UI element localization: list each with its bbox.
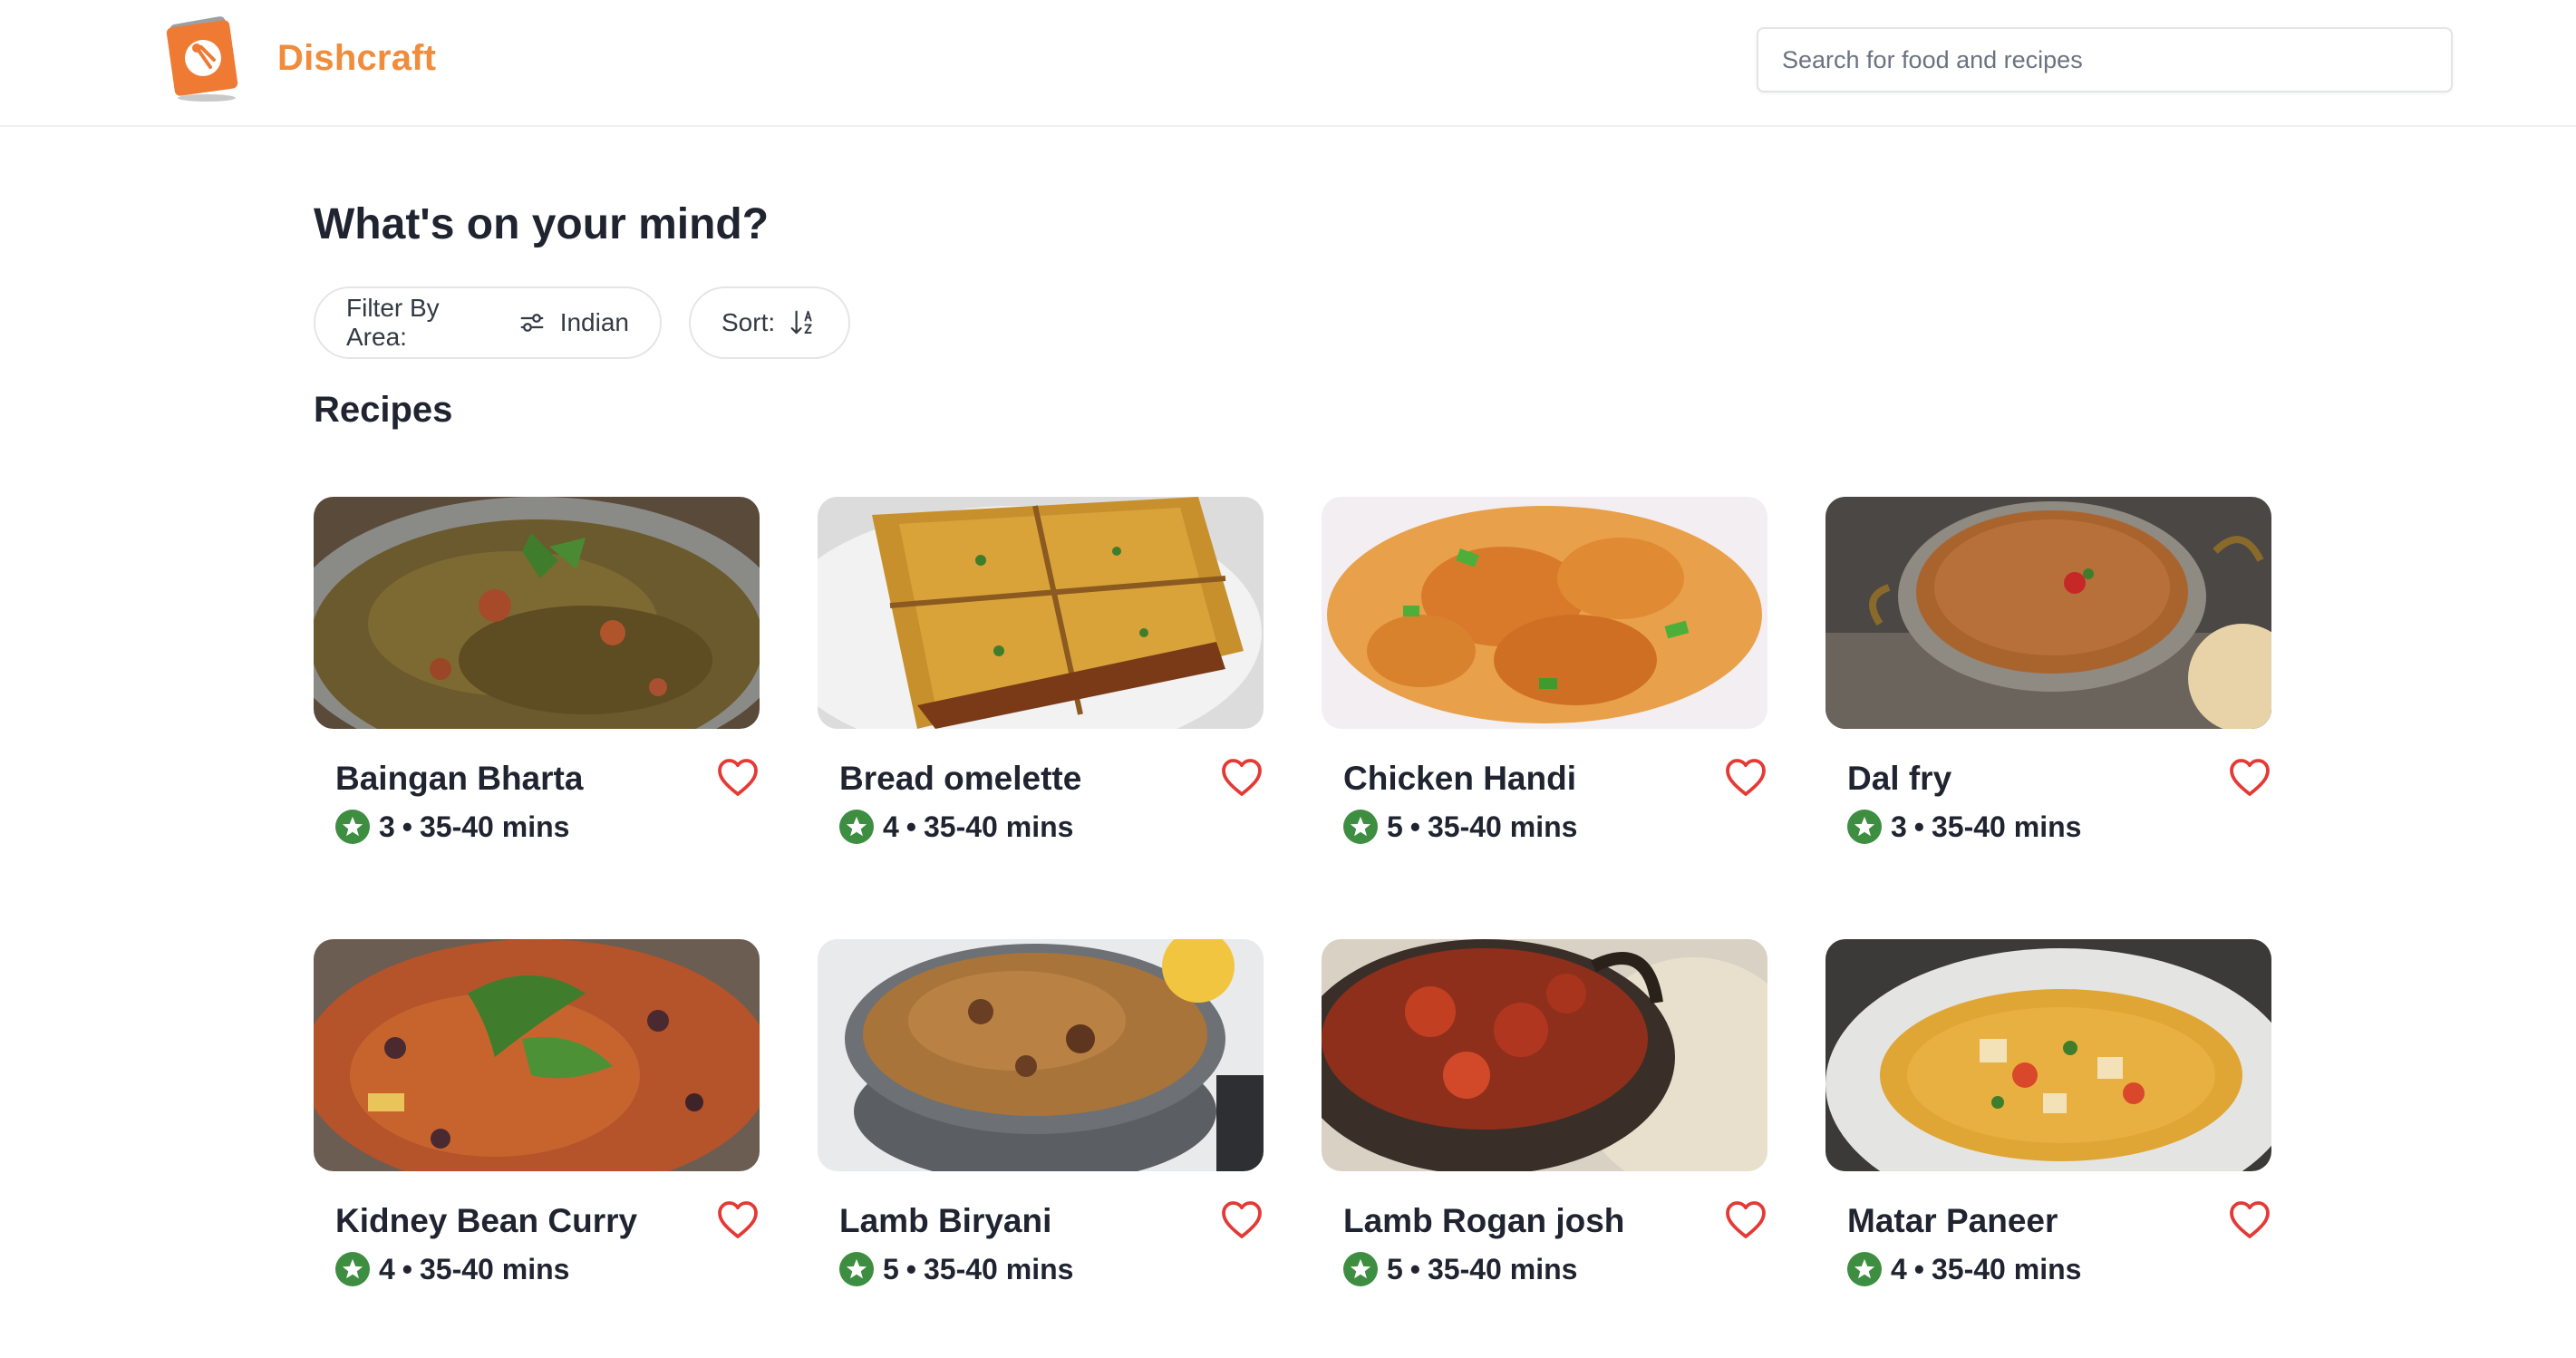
recipe-time: 35-40 mins: [1932, 810, 2082, 843]
recipe-meta: 3 • 35-40 mins: [1847, 809, 2081, 845]
recipe-rating: 4: [1891, 1252, 1907, 1285]
page-heading: What's on your mind?: [314, 200, 770, 248]
star-badge-icon: [335, 810, 370, 844]
star-badge-icon: [1847, 1252, 1882, 1286]
recipe-meta: 5 • 35-40 mins: [839, 1251, 1073, 1287]
recipe-rating: 5: [883, 1252, 899, 1285]
recipe-image[interactable]: [1322, 497, 1767, 729]
recipe-image[interactable]: [1825, 497, 2271, 729]
recipe-name[interactable]: Matar Paneer: [1847, 1202, 2058, 1240]
star-badge-icon: [839, 810, 874, 844]
recipe-meta: 5 • 35-40 mins: [1343, 1251, 1577, 1287]
recipe-rating: 3: [379, 810, 395, 843]
sort-label: Sort:: [721, 308, 776, 336]
recipe-meta: 3 • 35-40 mins: [335, 809, 569, 845]
filter-by-area-button[interactable]: Filter By Area: Indian: [314, 286, 662, 359]
recipe-image[interactable]: [1825, 939, 2271, 1171]
recipe-time: 35-40 mins: [420, 1252, 570, 1285]
brand-name[interactable]: Dishcraft: [277, 38, 436, 79]
recipe-meta: 5 • 35-40 mins: [1343, 809, 1577, 845]
star-badge-icon: [335, 1252, 370, 1286]
recipe-image[interactable]: [818, 497, 1264, 729]
recipe-rating: 4: [379, 1252, 395, 1285]
recipe-time: 35-40 mins: [1428, 1252, 1578, 1285]
recipe-card[interactable]: Baingan Bharta 3 • 35-40 mins: [314, 497, 760, 878]
search-input[interactable]: [1757, 27, 2453, 92]
recipe-rating: 3: [1891, 810, 1907, 843]
recipe-time: 35-40 mins: [924, 810, 1074, 843]
recipe-image[interactable]: [314, 497, 760, 729]
star-badge-icon: [1343, 810, 1378, 844]
recipe-time: 35-40 mins: [1932, 1252, 2082, 1285]
recipe-card[interactable]: Dal fry 3 • 35-40 mins: [1825, 497, 2271, 878]
recipe-meta: 4 • 35-40 mins: [1847, 1251, 2081, 1287]
heart-outline-icon[interactable]: [1724, 756, 1767, 798]
heart-outline-icon[interactable]: [1220, 756, 1264, 798]
recipe-time: 35-40 mins: [1428, 810, 1578, 843]
recipe-time: 35-40 mins: [924, 1252, 1074, 1285]
heart-outline-icon[interactable]: [716, 756, 760, 798]
sort-az-icon: [789, 308, 817, 337]
heart-outline-icon[interactable]: [1220, 1198, 1264, 1240]
recipes-section-title: Recipes: [314, 390, 453, 430]
recipe-image[interactable]: [1322, 939, 1767, 1171]
recipe-card[interactable]: Matar Paneer 4 • 35-40 mins: [1825, 939, 2271, 1320]
recipe-card[interactable]: Bread omelette 4 • 35-40 mins: [818, 497, 1264, 878]
recipe-name[interactable]: Dal fry: [1847, 760, 1951, 798]
sort-button[interactable]: Sort:: [689, 286, 850, 359]
recipe-rating: 4: [883, 810, 899, 843]
star-badge-icon: [1847, 810, 1882, 844]
recipe-name[interactable]: Bread omelette: [839, 760, 1081, 798]
filter-value: Indian: [559, 308, 629, 336]
recipe-card[interactable]: Chicken Handi 5 • 35-40 mins: [1322, 497, 1767, 878]
recipe-name[interactable]: Baingan Bharta: [335, 760, 583, 798]
recipe-card[interactable]: Lamb Rogan josh 5 • 35-40 mins: [1322, 939, 1767, 1320]
recipe-meta: 4 • 35-40 mins: [839, 809, 1073, 845]
recipe-name[interactable]: Kidney Bean Curry: [335, 1202, 637, 1240]
recipe-name[interactable]: Lamb Biryani: [839, 1202, 1051, 1240]
recipe-image[interactable]: [818, 939, 1264, 1171]
star-badge-icon: [839, 1252, 874, 1286]
recipe-rating: 5: [1387, 810, 1403, 843]
recipe-name[interactable]: Chicken Handi: [1343, 760, 1576, 798]
sliders-icon: [518, 309, 546, 336]
heart-outline-icon[interactable]: [2228, 756, 2271, 798]
heart-outline-icon[interactable]: [1724, 1198, 1767, 1240]
heart-outline-icon[interactable]: [2228, 1198, 2271, 1240]
recipe-meta: 4 • 35-40 mins: [335, 1251, 569, 1287]
logo-icon[interactable]: [161, 13, 247, 103]
recipe-time: 35-40 mins: [420, 810, 570, 843]
recipe-rating: 5: [1387, 1252, 1403, 1285]
recipe-name[interactable]: Lamb Rogan josh: [1343, 1202, 1624, 1240]
star-badge-icon: [1343, 1252, 1378, 1286]
heart-outline-icon[interactable]: [716, 1198, 760, 1240]
recipe-card[interactable]: Kidney Bean Curry 4 • 35-40 mins: [314, 939, 760, 1320]
top-navbar: Dishcraft: [0, 0, 2576, 127]
recipe-image[interactable]: [314, 939, 760, 1171]
recipe-card[interactable]: Lamb Biryani 5 • 35-40 mins: [818, 939, 1264, 1320]
filter-label: Filter By Area:: [346, 294, 440, 351]
